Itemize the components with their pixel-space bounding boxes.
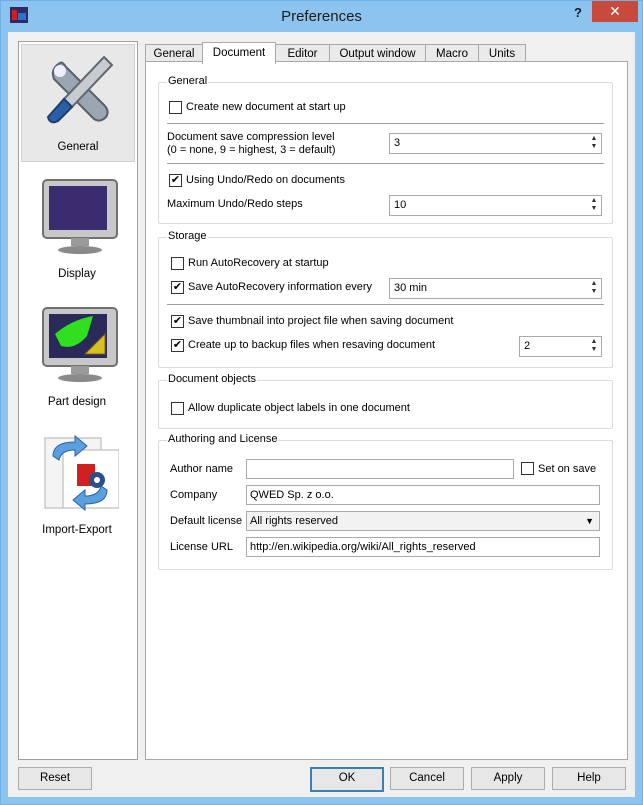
import-export-icon — [44, 434, 119, 512]
allow-duplicate-label: Allow duplicate object labels in one doc… — [188, 402, 410, 414]
storage-group: Storage Run AutoRecovery at startup ✔ Sa… — [158, 230, 613, 368]
field-value: http://en.wikipedia.org/wiki/All_rights_… — [250, 541, 476, 553]
license-url-label: License URL — [170, 541, 233, 553]
spinbox-value: 10 — [394, 199, 407, 211]
category-label: General — [57, 141, 99, 153]
run-autorecovery-checkbox[interactable] — [171, 257, 184, 270]
category-label: Display — [58, 268, 96, 280]
dialog-client: General Display Part design Import-Expor… — [8, 32, 635, 797]
save-autorecovery-label: Save AutoRecovery information every — [188, 281, 373, 293]
group-title: Document objects — [167, 373, 258, 385]
chevron-down-icon: ▼ — [585, 516, 594, 526]
window-title: Preferences — [281, 8, 362, 25]
backup-count-spinbox[interactable]: 2 ▲ ▼ — [519, 336, 602, 357]
undo-redo-checkbox[interactable]: ✔ — [169, 174, 182, 187]
tools-icon — [46, 55, 114, 124]
save-thumbnail-label: Save thumbnail into project file when sa… — [188, 315, 454, 327]
compression-spinbox[interactable]: 3 ▲ ▼ — [389, 133, 602, 154]
separator — [167, 304, 604, 305]
create-new-doc-label: Create new document at start up — [186, 101, 346, 113]
tab-document[interactable]: Document — [202, 42, 276, 64]
backup-files-label: Create up to backup files when resaving … — [188, 339, 436, 351]
default-license-label: Default license — [170, 515, 243, 527]
category-general[interactable]: General — [21, 44, 135, 162]
category-label: Import-Export — [42, 524, 112, 536]
general-group: General Create new document at start up … — [158, 75, 613, 224]
dropdown-value: All rights reserved — [250, 515, 339, 527]
document-objects-group: Document objects Allow duplicate object … — [158, 373, 613, 429]
close-button[interactable]: ✕ — [592, 1, 638, 22]
max-undo-label: Maximum Undo/Redo steps — [167, 198, 303, 210]
create-new-doc-checkbox[interactable] — [169, 101, 182, 114]
field-value: QWED Sp. z o.o. — [250, 489, 334, 501]
category-part-design[interactable]: Part design — [21, 300, 133, 416]
separator — [167, 163, 604, 164]
backup-files-checkbox[interactable]: ✔ — [171, 339, 184, 352]
spin-arrows-icon[interactable]: ▲ ▼ — [588, 280, 600, 297]
company-label: Company — [170, 489, 218, 501]
allow-duplicate-checkbox[interactable] — [171, 402, 184, 415]
group-title: General — [167, 75, 209, 87]
set-on-save-checkbox[interactable] — [521, 462, 534, 475]
help-button[interactable]: Help — [552, 767, 626, 790]
apply-button[interactable]: Apply — [471, 767, 545, 790]
author-name-label: Author name — [170, 463, 233, 475]
reset-button[interactable]: Reset — [18, 767, 92, 790]
spin-arrows-icon[interactable]: ▲ ▼ — [588, 197, 600, 214]
separator — [167, 123, 604, 124]
preferences-window: Preferences ? ✕ General Display Part des… — [0, 0, 643, 805]
authoring-license-group: Authoring and License Author name Set on… — [158, 433, 613, 570]
spinbox-value: 30 min — [394, 282, 428, 294]
compression-hint: (0 = none, 9 = highest, 3 = default) — [167, 144, 336, 156]
document-tab-page: General Create new document at start up … — [145, 61, 628, 760]
author-name-field[interactable] — [246, 459, 514, 479]
license-url-field[interactable]: http://en.wikipedia.org/wiki/All_rights_… — [246, 537, 600, 557]
undo-redo-label: Using Undo/Redo on documents — [186, 174, 345, 186]
part-design-icon — [42, 307, 118, 382]
spinbox-value: 3 — [394, 137, 401, 149]
compression-label: Document save compression level — [167, 131, 335, 143]
category-import-export[interactable]: Import-Export — [21, 428, 133, 544]
title-bar[interactable]: Preferences ? ✕ — [1, 1, 642, 32]
cancel-button[interactable]: Cancel — [390, 767, 464, 790]
company-field[interactable]: QWED Sp. z o.o. — [246, 485, 600, 505]
max-undo-spinbox[interactable]: 10 ▲ ▼ — [389, 195, 602, 216]
group-title: Authoring and License — [167, 433, 279, 445]
default-license-dropdown[interactable]: All rights reserved ▼ — [246, 511, 600, 531]
monitor-icon — [42, 179, 118, 254]
group-title: Storage — [167, 230, 208, 242]
ok-button[interactable]: OK — [310, 767, 384, 792]
autorecovery-interval-spinbox[interactable]: 30 min ▲ ▼ — [389, 278, 602, 299]
spinbox-value: 2 — [524, 340, 531, 352]
help-icon[interactable]: ? — [571, 5, 585, 21]
category-label: Part design — [47, 396, 107, 408]
run-autorecovery-label: Run AutoRecovery at startup — [188, 257, 329, 269]
category-list[interactable]: General Display Part design Import-Expor… — [18, 41, 138, 760]
save-autorecovery-checkbox[interactable]: ✔ — [171, 281, 184, 294]
spin-arrows-icon[interactable]: ▲ ▼ — [588, 135, 600, 152]
save-thumbnail-checkbox[interactable]: ✔ — [171, 315, 184, 328]
set-on-save-label: Set on save — [538, 463, 597, 475]
category-display[interactable]: Display — [21, 172, 133, 288]
spin-arrows-icon[interactable]: ▲ ▼ — [588, 338, 600, 355]
